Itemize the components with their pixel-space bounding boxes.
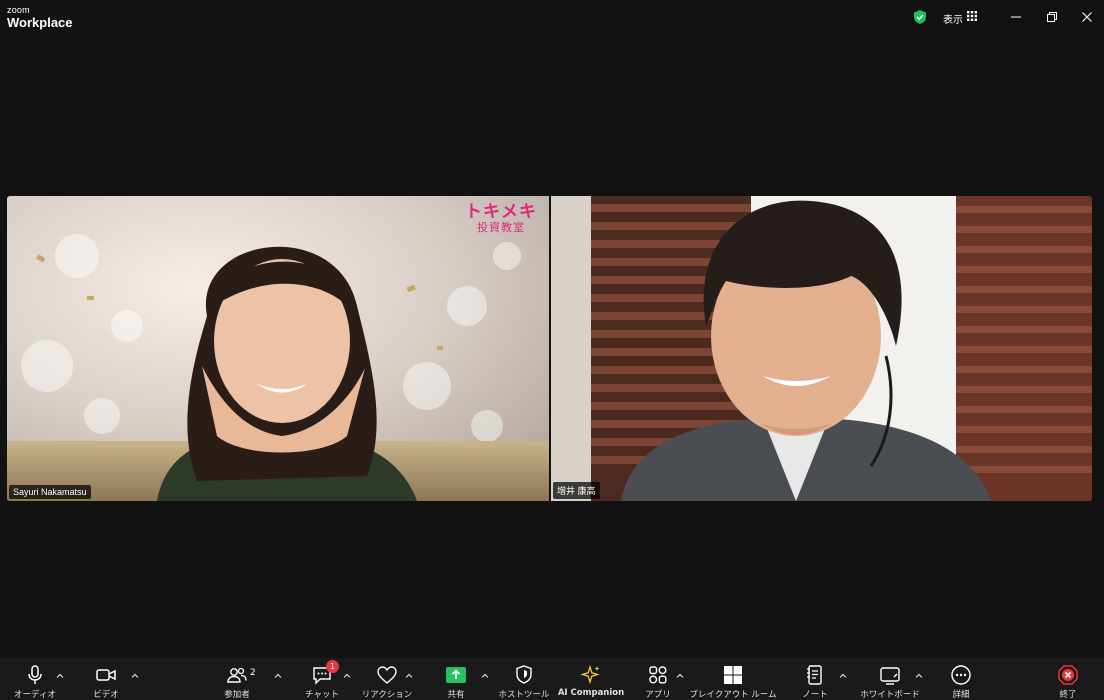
background-logo: トキメキ 投資教室 — [465, 202, 537, 234]
apps-label: アプリ — [645, 690, 671, 700]
brand-big: Workplace — [7, 15, 73, 30]
participants-label: 参加者 — [224, 690, 250, 700]
video-label: ビデオ — [93, 690, 119, 700]
breakout-rooms-icon — [724, 666, 742, 684]
ai-companion-label: AI Companion — [557, 688, 625, 698]
participants-count: 2 — [250, 668, 256, 678]
participant-1-video — [7, 196, 549, 501]
participants-button[interactable]: 2 参加者 — [218, 658, 256, 700]
breakout-rooms-label: ブレイクアウト ルーム — [689, 690, 777, 700]
app-logo: zoom Workplace — [7, 5, 73, 30]
share-button[interactable]: 共有 — [440, 658, 472, 700]
video-camera-icon — [96, 669, 116, 681]
notes-label: ノート — [802, 690, 828, 700]
minimize-button[interactable] — [1004, 6, 1028, 28]
notes-button[interactable]: ノート — [798, 658, 832, 700]
whiteboard-icon — [880, 667, 900, 685]
chat-unread-badge: 1 — [326, 660, 339, 673]
participants-icon — [227, 667, 247, 683]
restore-icon — [1047, 12, 1057, 22]
video-button[interactable]: ビデオ — [84, 658, 128, 700]
apps-options-chevron-icon[interactable] — [675, 671, 685, 681]
title-bar: zoom Workplace 表示 — [0, 0, 1104, 34]
whiteboard-options-chevron-icon[interactable] — [914, 671, 924, 681]
participant-name-tag: 増井 康高 — [553, 482, 600, 499]
end-meeting-button[interactable]: 終了 — [1054, 658, 1082, 700]
share-screen-icon — [446, 667, 466, 683]
chat-options-chevron-icon[interactable] — [342, 671, 352, 681]
ai-companion-button[interactable]: AI Companion — [558, 658, 624, 700]
background-logo-sub: 投資教室 — [477, 220, 525, 234]
host-tools-button[interactable]: ホストツール — [498, 658, 550, 700]
whiteboard-label: ホワイトボード — [860, 690, 920, 700]
participant-2-video — [551, 196, 1092, 501]
apps-icon — [649, 666, 667, 684]
restore-button[interactable] — [1040, 6, 1064, 28]
chat-label: チャット — [305, 690, 339, 700]
audio-label: オーディオ — [14, 690, 56, 700]
meeting-toolbar: オーディオ ビデオ 2 参加者 1 チャット リアクション 共有 ホストツール … — [0, 658, 1104, 700]
reactions-options-chevron-icon[interactable] — [404, 671, 414, 681]
video-tile-participant-1[interactable]: トキメキ 投資教室 Sayuri Nakamatsu — [7, 196, 549, 501]
host-tools-label: ホストツール — [498, 690, 550, 700]
breakout-rooms-button[interactable]: ブレイクアウト ルーム — [689, 658, 777, 700]
notes-options-chevron-icon[interactable] — [838, 671, 848, 681]
host-shield-icon — [516, 665, 532, 684]
chat-button[interactable]: 1 チャット — [300, 658, 344, 700]
brand-small: zoom — [7, 5, 30, 15]
apps-button[interactable]: アプリ — [642, 658, 674, 700]
more-ellipsis-icon — [951, 665, 971, 685]
end-meeting-icon — [1058, 665, 1078, 685]
minimize-icon — [1011, 16, 1021, 18]
grid-view-icon[interactable] — [967, 11, 977, 21]
background-logo-main: トキメキ — [465, 202, 537, 222]
video-tile-participant-2[interactable]: 増井 康高 — [551, 196, 1092, 501]
audio-options-chevron-icon[interactable] — [55, 671, 65, 681]
heart-icon — [377, 666, 397, 684]
audio-button[interactable]: オーディオ — [12, 658, 58, 700]
security-shield-icon[interactable] — [912, 9, 928, 25]
close-icon — [1082, 12, 1092, 22]
view-menu-label[interactable]: 表示 — [943, 11, 963, 26]
participants-options-chevron-icon[interactable] — [273, 671, 283, 681]
notes-icon — [807, 665, 822, 685]
participant-name-tag: Sayuri Nakamatsu — [9, 485, 91, 499]
more-label: 詳細 — [952, 690, 970, 700]
microphone-icon — [28, 665, 42, 684]
close-window-button[interactable] — [1075, 6, 1099, 28]
video-options-chevron-icon[interactable] — [130, 671, 140, 681]
reactions-label: リアクション — [361, 690, 413, 700]
more-button[interactable]: 詳細 — [946, 658, 976, 700]
share-label: 共有 — [447, 690, 465, 700]
whiteboard-button[interactable]: ホワイトボード — [860, 658, 920, 700]
sparkle-icon — [580, 664, 600, 685]
end-meeting-label: 終了 — [1059, 690, 1077, 700]
share-options-chevron-icon[interactable] — [480, 671, 490, 681]
